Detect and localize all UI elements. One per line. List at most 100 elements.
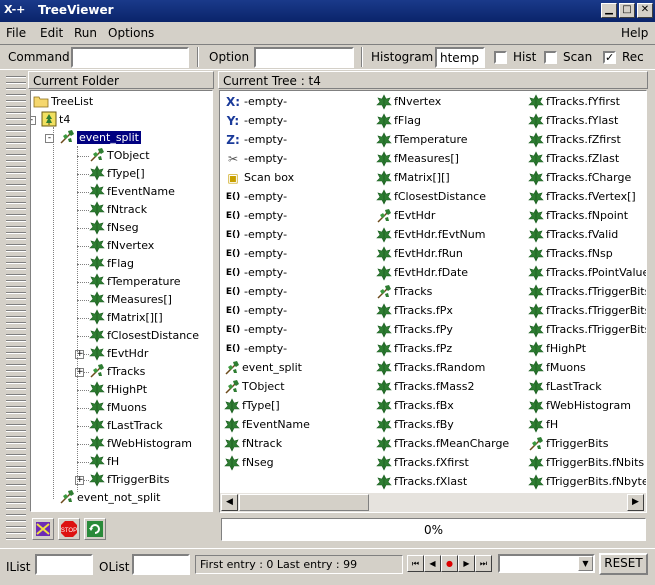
- tree-entry[interactable]: Y: -empty-: [224, 111, 287, 130]
- tree-entry[interactable]: fTracks.fNpoint: [528, 206, 628, 225]
- tree-node[interactable]: TObject: [89, 147, 150, 165]
- histogram-input[interactable]: htemp: [435, 47, 485, 68]
- tree-entry[interactable]: Z: -empty-: [224, 130, 287, 149]
- tree-node[interactable]: fNvertex: [89, 237, 154, 255]
- tree-node[interactable]: fFlag: [89, 255, 134, 273]
- tree-entry[interactable]: fTracks.fVertex[]: [528, 187, 636, 206]
- tree-entry[interactable]: fTracks.fYlast: [528, 111, 618, 130]
- tree-entry[interactable]: fTracks.fPx: [376, 301, 453, 320]
- draw-button[interactable]: [32, 518, 54, 540]
- minimize-button[interactable]: ▁: [601, 3, 617, 18]
- tree-entry[interactable]: fMeasures[]: [376, 149, 459, 168]
- tree-entry[interactable]: fTracks.fTriggerBits.fN: [528, 282, 646, 301]
- tree-entry[interactable]: E() -empty-: [224, 301, 287, 320]
- tree-node[interactable]: fTriggerBits: [89, 471, 169, 489]
- refresh-button[interactable]: [84, 518, 106, 540]
- tree-entry[interactable]: fTracks.fYfirst: [528, 92, 620, 111]
- tree-entry[interactable]: fTracks.fTriggerBits.fN: [528, 301, 646, 320]
- next-entry-button[interactable]: ▶: [458, 555, 475, 572]
- scrollbar-thumb[interactable]: [239, 494, 369, 511]
- tree-entry[interactable]: fTracks.fMeanCharge: [376, 434, 509, 453]
- command-input[interactable]: [71, 47, 189, 68]
- chevron-down-icon[interactable]: ▼: [578, 556, 593, 571]
- tree-entry[interactable]: fTracks.fZlast: [528, 149, 619, 168]
- tree-entry[interactable]: E() -empty-: [224, 320, 287, 339]
- reset-button[interactable]: RESET: [599, 553, 648, 575]
- tree-entry[interactable]: fTracks: [376, 282, 432, 301]
- previous-entry-button[interactable]: ◀: [424, 555, 441, 572]
- tree-entry[interactable]: fNseg: [224, 453, 274, 472]
- tree-entry[interactable]: fMuons: [528, 358, 586, 377]
- tree-node[interactable]: fTracks: [89, 363, 145, 381]
- collapse-icon[interactable]: -: [31, 116, 36, 125]
- tree-node[interactable]: fWebHistogram: [89, 435, 192, 453]
- entry-combo-box[interactable]: ▼: [498, 554, 595, 573]
- tree-node[interactable]: fLastTrack: [89, 417, 163, 435]
- tree-entry[interactable]: fTracks.fCharge: [528, 168, 631, 187]
- tree-entry[interactable]: E() -empty-: [224, 225, 287, 244]
- stop-button[interactable]: STOP: [58, 518, 80, 540]
- tree-entry[interactable]: ▣ Scan box: [224, 168, 294, 187]
- tree-node[interactable]: fHighPt: [89, 381, 147, 399]
- tree-entry[interactable]: fTemperature: [376, 130, 468, 149]
- tree-entry[interactable]: fEvtHdr.fDate: [376, 263, 468, 282]
- tree-entry[interactable]: fHighPt: [528, 339, 586, 358]
- menu-edit[interactable]: Edit: [40, 26, 63, 40]
- tree-entry[interactable]: fTracks.fMass2: [376, 377, 474, 396]
- tree-entry[interactable]: E() -empty-: [224, 282, 287, 301]
- tree-entry[interactable]: fTriggerBits.fNbytes: [528, 472, 646, 491]
- tree-entry[interactable]: TObject: [224, 377, 285, 396]
- title-bar[interactable]: X-+ TreeViewer ▁ □ ✕: [0, 0, 655, 22]
- tree-node[interactable]: t4: [41, 111, 70, 129]
- window-menu-icon[interactable]: X-+: [4, 3, 34, 18]
- tree-node[interactable]: fEventName: [89, 183, 175, 201]
- folder-tree-view[interactable]: TreeList - t4- event_split TObject fType[] fEv…: [30, 90, 213, 512]
- tree-entry[interactable]: fType[]: [224, 396, 280, 415]
- tree-node[interactable]: event_split: [59, 129, 141, 147]
- last-entry-button[interactable]: ⏭: [475, 555, 492, 572]
- tree-entry[interactable]: event_split: [224, 358, 302, 377]
- tree-entry[interactable]: fTriggerBits: [528, 434, 608, 453]
- tree-entry[interactable]: fEventName: [224, 415, 310, 434]
- tree-entry[interactable]: fTracks.fZfirst: [528, 130, 621, 149]
- scroll-right-button[interactable]: ▶: [627, 494, 644, 511]
- tree-entry[interactable]: fTracks.fPz: [376, 339, 452, 358]
- scan-checkbox[interactable]: [544, 51, 557, 64]
- tree-node[interactable]: fTemperature: [89, 273, 181, 291]
- tree-entry[interactable]: fWebHistogram: [528, 396, 631, 415]
- horizontal-scrollbar[interactable]: ◀ ▶: [220, 493, 646, 512]
- tree-entry[interactable]: fTracks.fBx: [376, 396, 454, 415]
- tree-entry[interactable]: E() -empty-: [224, 244, 287, 263]
- tree-node[interactable]: fType[]: [89, 165, 145, 183]
- tree-entry[interactable]: fTracks.fValid: [528, 225, 618, 244]
- tree-entry[interactable]: fTriggerBits.fNbits: [528, 453, 644, 472]
- tree-entry[interactable]: fEvtHdr: [376, 206, 435, 225]
- tree-node[interactable]: fEvtHdr: [89, 345, 148, 363]
- rec-checkbox[interactable]: ✓: [603, 51, 616, 64]
- tree-contents-view[interactable]: X: -empty- Y: -empty- Z: -empty- ✂ -empty- ▣ Scan…: [219, 90, 647, 513]
- tree-node[interactable]: fMeasures[]: [89, 291, 172, 309]
- dock-handle[interactable]: [6, 72, 26, 544]
- tree-entry[interactable]: E() -empty-: [224, 339, 287, 358]
- tree-entry[interactable]: E() -empty-: [224, 187, 287, 206]
- tree-entry[interactable]: fLastTrack: [528, 377, 602, 396]
- first-entry-button[interactable]: ⏮: [407, 555, 424, 572]
- tree-entry[interactable]: X: -empty-: [224, 92, 287, 111]
- tree-entry[interactable]: fTracks.fTriggerBits.fA: [528, 320, 646, 339]
- tree-entry[interactable]: fTracks.fRandom: [376, 358, 485, 377]
- tree-entry[interactable]: fEvtHdr.fEvtNum: [376, 225, 485, 244]
- tree-entry[interactable]: fMatrix[][]: [376, 168, 450, 187]
- tree-entry[interactable]: fTracks.fPointValue: [528, 263, 646, 282]
- tree-entry[interactable]: E() -empty-: [224, 206, 287, 225]
- tree-node[interactable]: fH: [89, 453, 119, 471]
- menu-file[interactable]: File: [6, 26, 26, 40]
- tree-entry[interactable]: E() -empty-: [224, 263, 287, 282]
- ilist-input[interactable]: [35, 554, 93, 575]
- maximize-button[interactable]: □: [619, 3, 635, 18]
- tree-entry[interactable]: fEvtHdr.fRun: [376, 244, 463, 263]
- tree-entry[interactable]: fTracks.fPy: [376, 320, 453, 339]
- tree-entry[interactable]: fTracks.fXlast: [376, 472, 467, 491]
- menu-options[interactable]: Options: [108, 26, 154, 40]
- tree-entry[interactable]: ✂ -empty-: [224, 149, 287, 168]
- tree-entry[interactable]: fTracks.fBy: [376, 415, 454, 434]
